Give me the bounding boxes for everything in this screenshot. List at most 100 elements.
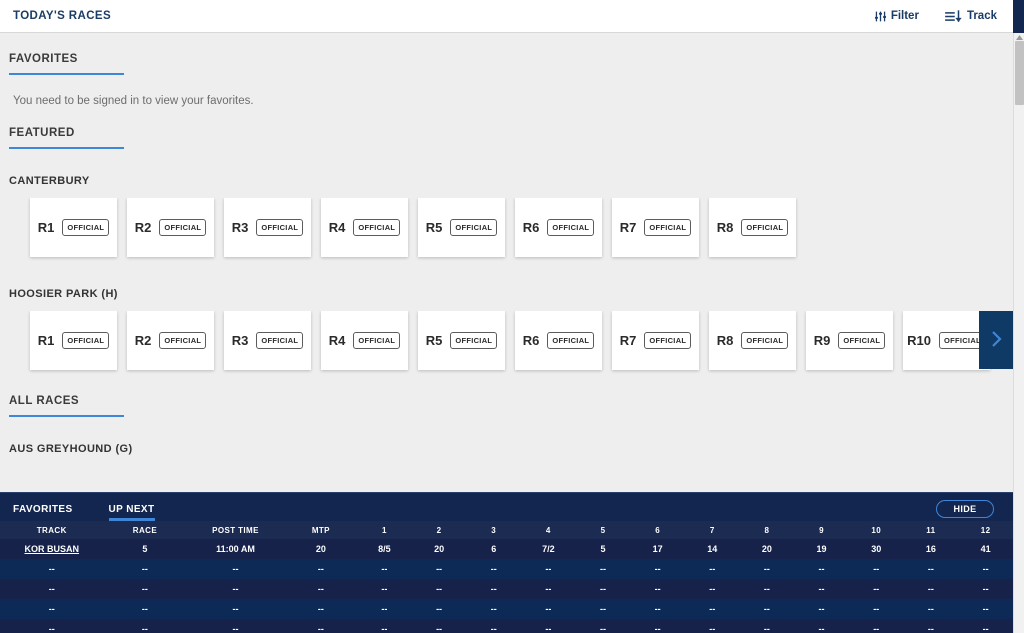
cell-track[interactable]: -- <box>0 559 104 579</box>
race-card-number: R8 <box>716 220 734 235</box>
cell-odds-2: -- <box>411 579 467 599</box>
cell-odds-3: -- <box>466 599 522 619</box>
up-next-table: TRACK RACE POST TIME MTP 1 2 3 4 5 6 7 8 9 10 11 12 KOR… <box>0 521 1013 633</box>
race-card[interactable]: R5 OFFICIAL <box>418 198 505 257</box>
race-status-badge: OFFICIAL <box>741 332 789 349</box>
dock-tab-favorites[interactable]: FAVORITES <box>13 504 73 521</box>
cell-track[interactable]: -- <box>0 619 104 633</box>
cell-track[interactable]: KOR BUSAN <box>0 539 104 559</box>
race-card-number: R5 <box>425 220 443 235</box>
cell-track[interactable]: -- <box>0 599 104 619</box>
race-card-number: R4 <box>328 220 346 235</box>
column-header-6[interactable]: 6 <box>630 521 685 539</box>
cell-race: 5 <box>103 539 187 559</box>
cell-odds-3: -- <box>466 559 522 579</box>
race-card[interactable]: R3 OFFICIAL <box>224 198 311 257</box>
race-card[interactable]: R6 OFFICIAL <box>515 198 602 257</box>
column-header-race[interactable]: RACE <box>103 521 187 539</box>
column-header-mtp[interactable]: MTP <box>284 521 358 539</box>
column-header-9[interactable]: 9 <box>794 521 849 539</box>
favorites-section-title: FAVORITES <box>9 53 78 65</box>
race-card[interactable]: R9 OFFICIAL <box>806 311 893 370</box>
cell-mtp: -- <box>284 559 358 579</box>
table-row[interactable]: -- -- -- -- -- -- -- -- -- -- -- -- -- -- -- -- <box>0 559 1013 579</box>
column-header-4[interactable]: 4 <box>521 521 576 539</box>
race-card[interactable]: R7 OFFICIAL <box>612 311 699 370</box>
race-card[interactable]: R5 OFFICIAL <box>418 311 505 370</box>
race-card-strip: R1 OFFICIAL R2 OFFICIAL R3 OFFICIAL R4 OFFICIAL… <box>0 311 1013 375</box>
vertical-scrollbar[interactable] <box>1013 33 1024 633</box>
column-header-post-time[interactable]: POST TIME <box>186 521 285 539</box>
column-header-5[interactable]: 5 <box>575 521 631 539</box>
race-card[interactable]: R8 OFFICIAL <box>709 198 796 257</box>
race-status-badge: OFFICIAL <box>353 332 401 349</box>
cell-odds-11: 16 <box>903 539 959 559</box>
track-link[interactable]: KOR BUSAN <box>25 544 80 554</box>
cell-odds-2: -- <box>411 559 467 579</box>
cell-odds-5: -- <box>575 619 631 633</box>
race-card[interactable]: R4 OFFICIAL <box>321 311 408 370</box>
race-card[interactable]: R3 OFFICIAL <box>224 311 311 370</box>
cell-odds-10: -- <box>848 559 904 579</box>
filter-button[interactable]: Filter <box>874 10 919 23</box>
cell-odds-3: -- <box>466 579 522 599</box>
table-row[interactable]: -- -- -- -- -- -- -- -- -- -- -- -- -- -- -- -- <box>0 579 1013 599</box>
cell-odds-11: -- <box>903 619 959 633</box>
column-header-track[interactable]: TRACK <box>0 521 104 539</box>
cell-odds-12: 41 <box>958 539 1013 559</box>
race-status-badge: OFFICIAL <box>159 219 207 236</box>
cell-odds-9: 19 <box>794 539 849 559</box>
bottom-dock-panel: FAVORITES UP NEXT HIDE TRACK RACE POST TIM… <box>0 492 1013 633</box>
column-header-2[interactable]: 2 <box>411 521 467 539</box>
vertical-scrollbar-thumb[interactable] <box>1015 41 1024 105</box>
race-card-number: R4 <box>328 333 346 348</box>
column-header-11[interactable]: 11 <box>903 521 959 539</box>
race-carousel-hoosier-park: R1 OFFICIAL R2 OFFICIAL R3 OFFICIAL R4 OFFICIAL… <box>0 311 1013 375</box>
track-heading-canterbury: CANTERBURY <box>9 175 90 187</box>
race-status-badge: OFFICIAL <box>838 332 886 349</box>
race-card-number: R8 <box>716 333 734 348</box>
table-row[interactable]: KOR BUSAN 5 11:00 AM 20 8/5 20 6 7/2 5 17 14 20 19 30… <box>0 539 1013 559</box>
scroll-up-arrow-icon[interactable] <box>1014 33 1024 41</box>
table-row[interactable]: -- -- -- -- -- -- -- -- -- -- -- -- -- -- -- -- <box>0 619 1013 633</box>
race-card[interactable]: R8 OFFICIAL <box>709 311 796 370</box>
race-card[interactable]: R1 OFFICIAL <box>30 198 117 257</box>
race-status-badge: OFFICIAL <box>741 219 789 236</box>
track-sort-button[interactable]: Track <box>945 9 997 23</box>
hide-button[interactable]: HIDE <box>936 500 994 518</box>
column-header-1[interactable]: 1 <box>357 521 412 539</box>
cell-odds-12: -- <box>958 579 1013 599</box>
cell-odds-7: -- <box>684 619 740 633</box>
cell-odds-10: 30 <box>848 539 904 559</box>
table-row[interactable]: -- -- -- -- -- -- -- -- -- -- -- -- -- -- -- -- <box>0 599 1013 619</box>
dock-tab-up-next[interactable]: UP NEXT <box>108 504 155 521</box>
race-status-badge: OFFICIAL <box>62 219 110 236</box>
section-favorites: FAVORITES <box>9 33 1013 75</box>
race-card-number: R3 <box>231 333 249 348</box>
race-card[interactable]: R10 OFFICIAL <box>903 311 990 370</box>
track-heading-hoosier-park: HOOSIER PARK (H) <box>9 288 118 300</box>
column-header-7[interactable]: 7 <box>684 521 740 539</box>
cell-odds-8: -- <box>739 559 795 579</box>
race-card[interactable]: R2 OFFICIAL <box>127 311 214 370</box>
race-card-number: R6 <box>522 220 540 235</box>
race-card[interactable]: R6 OFFICIAL <box>515 311 602 370</box>
cell-odds-1: -- <box>357 619 412 633</box>
cell-odds-7: -- <box>684 599 740 619</box>
cell-odds-12: -- <box>958 619 1013 633</box>
race-card[interactable]: R4 OFFICIAL <box>321 198 408 257</box>
race-card-number: R5 <box>425 333 443 348</box>
race-card[interactable]: R1 OFFICIAL <box>30 311 117 370</box>
column-header-12[interactable]: 12 <box>958 521 1013 539</box>
carousel-next-button[interactable] <box>979 311 1013 369</box>
chevron-right-icon <box>989 329 1003 352</box>
column-header-8[interactable]: 8 <box>739 521 795 539</box>
cell-post-time: -- <box>186 559 285 579</box>
race-card-number: R7 <box>619 333 637 348</box>
race-card[interactable]: R7 OFFICIAL <box>612 198 699 257</box>
race-card[interactable]: R2 OFFICIAL <box>127 198 214 257</box>
column-header-3[interactable]: 3 <box>466 521 522 539</box>
column-header-10[interactable]: 10 <box>848 521 904 539</box>
cell-track[interactable]: -- <box>0 579 104 599</box>
cell-odds-12: -- <box>958 599 1013 619</box>
